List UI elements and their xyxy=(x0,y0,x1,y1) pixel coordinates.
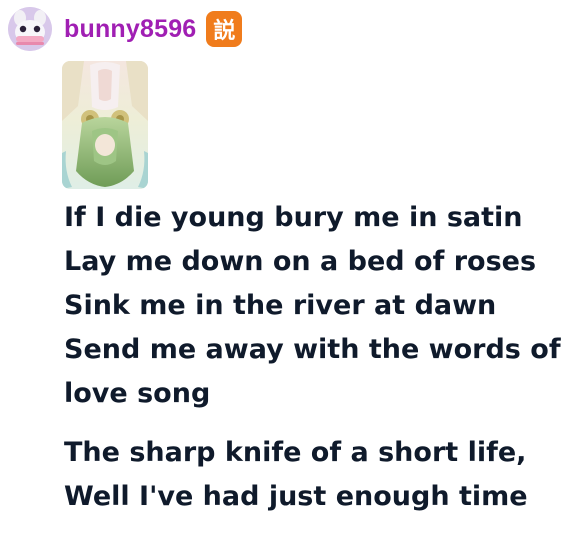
avatar[interactable] xyxy=(8,7,52,51)
lyric-line: love song xyxy=(64,378,211,409)
username[interactable]: bunny8596 xyxy=(64,15,196,44)
lyric-line: Lay me down on a bed of roses xyxy=(64,246,537,277)
lyric-line: Send me away with the words of a xyxy=(64,334,565,365)
post-text: If I die young bury me in satin Lay me d… xyxy=(64,196,565,519)
lyric-line: If I die young bury me in satin xyxy=(64,202,523,233)
badge: 説 xyxy=(206,11,243,47)
lyric-line: Sink me in the river at dawn xyxy=(64,290,497,321)
stanza-2: The sharp knife of a short life, Well I'… xyxy=(64,431,559,519)
post-header: bunny8596 説 xyxy=(8,6,243,52)
lyric-line: Well I've had just enough time xyxy=(64,481,528,512)
post-image[interactable] xyxy=(62,61,148,189)
stanza-1: If I die young bury me in satin Lay me d… xyxy=(64,196,565,416)
anime-figure-thumbnail xyxy=(62,61,148,189)
bunny-avatar-icon xyxy=(8,7,52,51)
lyric-line: The sharp knife of a short life, xyxy=(64,437,527,468)
